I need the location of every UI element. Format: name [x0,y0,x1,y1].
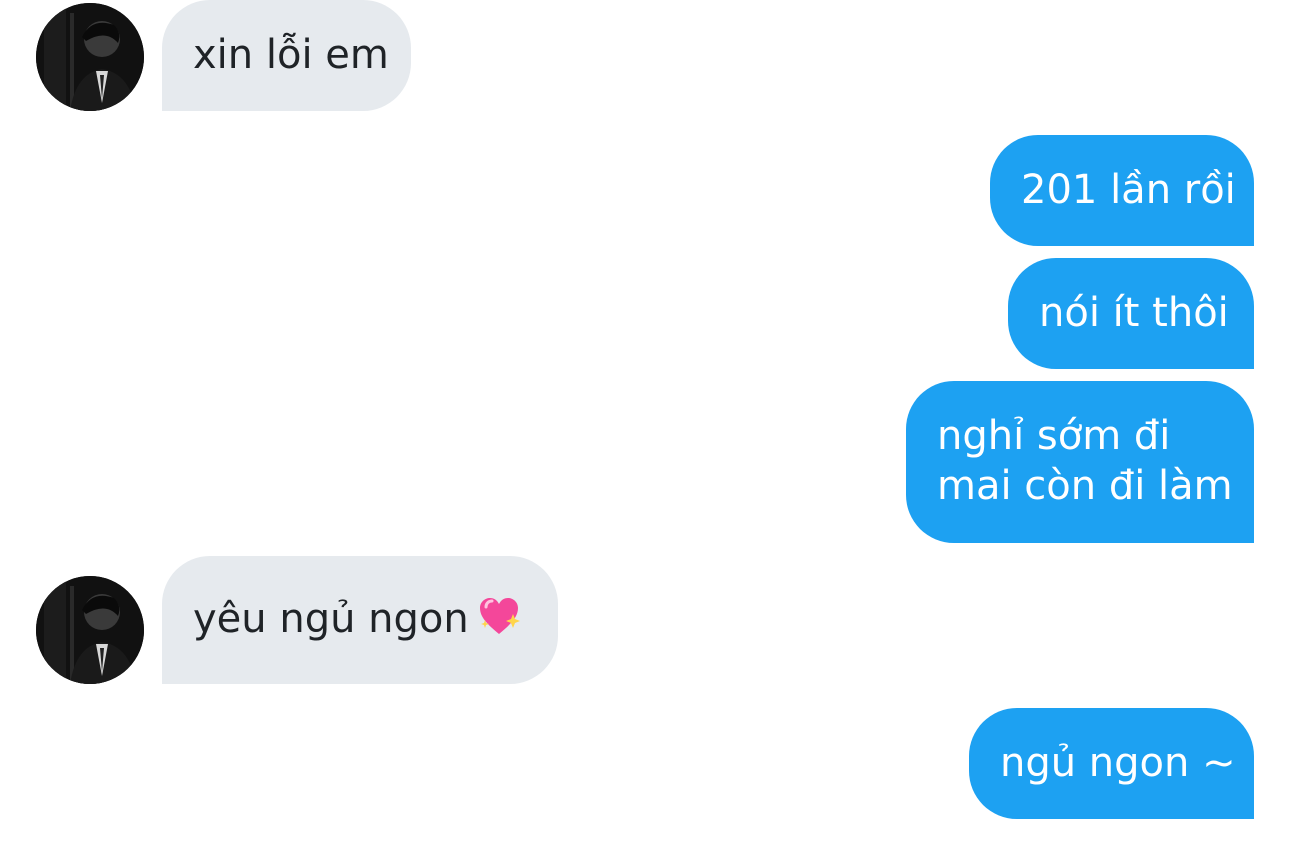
sender-avatar[interactable] [36,576,144,684]
message-text: nói ít thôi [1039,290,1229,336]
sparkling-heart-icon [477,594,521,638]
user-avatar-icon [36,576,144,684]
message-bubble-outgoing[interactable]: nghỉ sớm đi mai còn đi làm [906,381,1254,543]
message-bubble-incoming[interactable]: xin lỗi em [162,0,411,111]
message-bubble-outgoing[interactable]: 201 lần rồi [990,135,1254,246]
sender-avatar[interactable] [36,3,144,111]
message-bubble-incoming[interactable]: yêu ngủ ngon [162,556,558,684]
user-avatar-icon [36,3,144,111]
message-text: yêu ngủ ngon [193,596,469,642]
message-text: ngủ ngon ~ [1000,740,1236,786]
message-text-line: mai còn đi làm [937,463,1233,509]
message-text: 201 lần rồi [1021,167,1236,213]
message-text: xin lỗi em [193,32,389,78]
message-bubble-outgoing[interactable]: nói ít thôi [1008,258,1254,369]
message-bubble-outgoing[interactable]: ngủ ngon ~ [969,708,1254,819]
message-text-line: nghỉ sớm đi [937,413,1171,459]
